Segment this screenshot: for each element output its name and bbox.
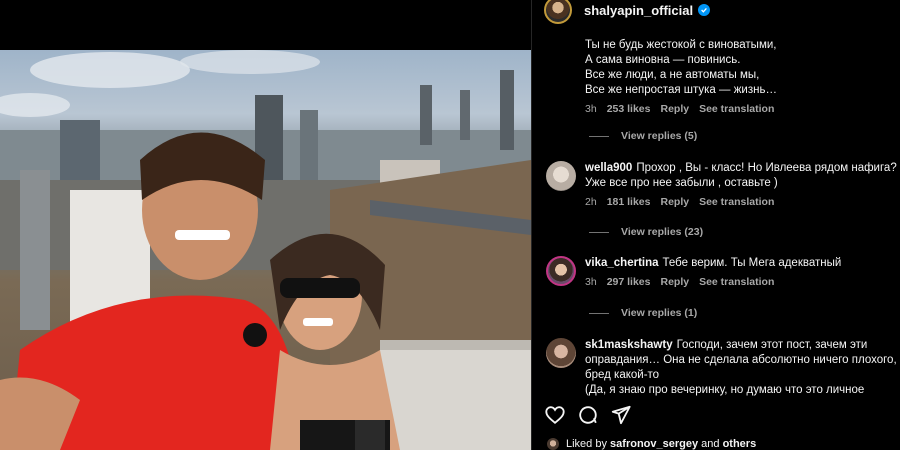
- verified-badge-icon: [698, 4, 711, 16]
- comment-text: sk1maskshawty Господи, зачем этот пост, з…: [585, 338, 900, 396]
- comment-meta: 3h 253 likes Reply See translation: [585, 103, 900, 115]
- see-translation-button[interactable]: See translation: [699, 196, 774, 208]
- liked-by-prefix: Liked by: [566, 438, 607, 450]
- divider-line: [589, 312, 609, 314]
- post-header: shalyapin_official: [532, 0, 900, 26]
- photo-illustration: [0, 50, 531, 450]
- view-replies-label: View replies (1): [621, 307, 698, 319]
- view-replies-button[interactable]: View replies (1): [589, 307, 697, 319]
- comment-likes[interactable]: 297 likes: [607, 276, 651, 288]
- commenter-avatar[interactable]: [546, 338, 576, 368]
- comment-meta: 2h 181 likes Reply See translation: [585, 196, 900, 208]
- comment-meta: 3h 297 likes Reply See translation: [585, 276, 900, 288]
- view-replies-label: View replies (23): [621, 226, 704, 238]
- post-action-bar: [532, 400, 900, 430]
- comment-time: 3h: [585, 276, 597, 288]
- reply-button[interactable]: Reply: [660, 103, 689, 115]
- comment-likes[interactable]: 253 likes: [607, 103, 651, 115]
- comment-item: sk1maskshawty Господи, зачем этот пост, з…: [532, 338, 900, 396]
- view-replies-button[interactable]: View replies (5): [589, 130, 697, 142]
- comment-icon[interactable]: [577, 404, 599, 426]
- liked-by-others[interactable]: others: [723, 438, 757, 450]
- comments-pane: shalyapin_official Ты не будь жестокой с…: [531, 0, 900, 450]
- divider-line: [589, 231, 609, 233]
- commenter-avatar[interactable]: [546, 256, 576, 286]
- comment-body: Тебе верим. Ты Мега адекватный: [662, 257, 842, 269]
- see-translation-button[interactable]: See translation: [699, 103, 774, 115]
- comment-time: 3h: [585, 103, 597, 115]
- comment-text: wella900 Прохор , Вы - класс! Но Ивлеева …: [585, 161, 900, 191]
- owner-username[interactable]: shalyapin_official: [584, 3, 693, 18]
- see-translation-button[interactable]: See translation: [699, 276, 774, 288]
- comment-time: 2h: [585, 196, 597, 208]
- commenter-avatar[interactable]: [546, 161, 576, 191]
- heart-icon[interactable]: [544, 404, 566, 426]
- comment-username[interactable]: sk1maskshawty: [585, 339, 673, 351]
- owner-avatar[interactable]: [544, 0, 572, 24]
- comment-username[interactable]: vika_chertina: [585, 257, 659, 269]
- comment-username[interactable]: wella900: [585, 162, 632, 174]
- reply-button[interactable]: Reply: [660, 276, 689, 288]
- liked-by: Liked by safronov_sergey and others: [546, 437, 756, 450]
- reply-button[interactable]: Reply: [660, 196, 689, 208]
- divider-line: [589, 135, 609, 137]
- liked-by-conjunction: and: [701, 438, 720, 450]
- comment-text: Ты не будь жестокой с виноватыми, А сама…: [585, 39, 777, 96]
- post-media-pane: [0, 0, 531, 450]
- liked-by-user[interactable]: safronov_sergey: [610, 438, 698, 450]
- view-replies-label: View replies (5): [621, 130, 698, 142]
- view-replies-button[interactable]: View replies (23): [589, 226, 703, 238]
- post-photo[interactable]: [0, 50, 531, 450]
- liker-avatar[interactable]: [546, 437, 560, 450]
- comment-text: vika_chertina Тебе верим. Ты Мега адекват…: [585, 256, 900, 271]
- comment-likes[interactable]: 181 likes: [607, 196, 651, 208]
- share-icon[interactable]: [610, 404, 632, 426]
